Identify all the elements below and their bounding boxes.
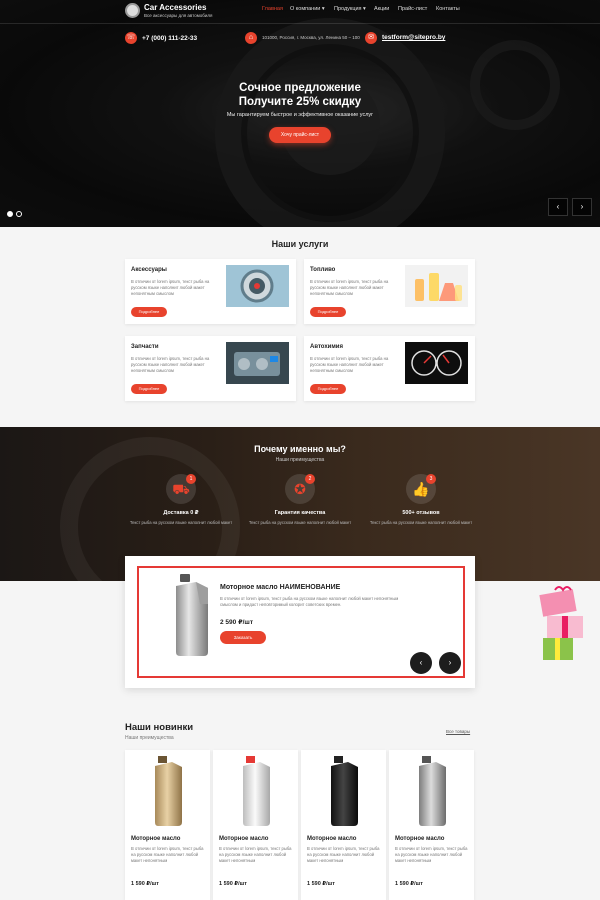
product-card[interactable]: Моторное масло В отличии от lorem ipsum,… <box>389 750 474 900</box>
gift-boxes-image <box>539 586 583 660</box>
why-item-text: Текст рыба на русском языке наполнит люб… <box>129 520 233 525</box>
menu-item-price-list[interactable]: Прайс-лист <box>398 6 427 12</box>
hero-prev-button[interactable]: ‹ <box>548 198 568 216</box>
service-card-chemicals: Автохимия В отличии от lorem ipsum, текс… <box>304 336 475 401</box>
logo-title[interactable]: Car Accessories <box>144 3 206 12</box>
product-price: 1 590 ₽/шт <box>219 881 247 887</box>
hero-title-line2: Получите 25% скидку <box>238 96 362 108</box>
why-subtitle: Наши преимущества <box>275 457 325 463</box>
all-products-link[interactable]: Все товары <box>446 729 470 734</box>
product-text: В отличии от lorem ipsum, текст рыба на … <box>395 846 468 863</box>
badge-number: 2 <box>305 474 315 484</box>
silver-oil-bottle-image <box>419 756 446 826</box>
price-list-button[interactable]: Хочу прайс-лист <box>269 127 331 143</box>
menu-item-home[interactable]: Главная <box>262 6 283 12</box>
slider-dot-1[interactable] <box>7 211 13 217</box>
order-button[interactable]: Заказать <box>220 631 266 644</box>
top-navigation: Car Accessories Все аксессуары для автом… <box>0 0 600 24</box>
service-text: В отличии от lorem ipsum, текст рыба на … <box>310 279 389 296</box>
product-price: 1 590 ₽/шт <box>307 881 335 887</box>
product-card[interactable]: Моторное масло В отличии от lorem ipsum,… <box>301 750 386 900</box>
email-icon: ✉ <box>365 32 377 44</box>
chemicals-image <box>405 342 468 384</box>
service-more-button[interactable]: Подробнее <box>131 384 167 394</box>
why-item-title: Доставка 0 ₽ <box>163 510 199 516</box>
service-text: В отличии от lorem ipsum, текст рыба на … <box>310 356 389 373</box>
service-more-button[interactable]: Подробнее <box>310 307 346 317</box>
featured-next-button[interactable]: › <box>439 652 461 674</box>
contacts-bar: ☏ +7 (000) 111-22-33 ⌂ 101000, Россия, г… <box>0 29 600 49</box>
product-text: В отличии от lorem ipsum, текст рыба на … <box>219 846 292 863</box>
product-card[interactable]: Моторное масло В отличии от lorem ipsum,… <box>125 750 210 900</box>
why-item-text: Текст рыба на русском языке наполнит люб… <box>369 520 473 525</box>
hero-section: Car Accessories Все аксессуары для автом… <box>0 0 600 227</box>
why-item-title: Гарантия качества <box>274 510 326 516</box>
parts-image <box>226 342 289 384</box>
menu-item-products[interactable]: Продукция ▾ <box>334 6 366 12</box>
location-icon: ⌂ <box>245 32 257 44</box>
product-price: 1 590 ₽/шт <box>395 881 423 887</box>
featured-product-price: 2 590 ₽/шт <box>220 619 254 626</box>
product-text: В отличии от lorem ipsum, текст рыба на … <box>307 846 380 863</box>
service-title: Аксессуары <box>131 267 167 273</box>
product-text: В отличии от lorem ipsum, текст рыба на … <box>131 846 204 863</box>
service-card-fuel: Топливо В отличии от lorem ipsum, текст … <box>304 259 475 324</box>
phone-number[interactable]: +7 (000) 111-22-33 <box>142 35 197 42</box>
hero-title-line1: Сочное предложение <box>239 82 361 94</box>
menu-item-promotions[interactable]: Акции <box>374 6 389 12</box>
oil-bottle-image <box>176 574 208 656</box>
logo-subtitle: Все аксессуары для автомобиля <box>144 13 213 18</box>
badge-number: 1 <box>186 474 196 484</box>
hero-subtitle: Мы гарантируем быстрое и эффективное ока… <box>226 112 374 118</box>
service-title: Топливо <box>310 267 336 273</box>
menu-item-contacts[interactable]: Контакты <box>436 6 460 12</box>
hero-next-button[interactable]: › <box>572 198 592 216</box>
new-products-title: Наши новинки <box>125 722 194 733</box>
service-title: Запчасти <box>131 344 159 350</box>
service-more-button[interactable]: Подробнее <box>131 307 167 317</box>
why-item-title: 500+ отзывов <box>402 510 440 516</box>
service-text: В отличии от lorem ipsum, текст рыба на … <box>131 356 210 373</box>
logo-icon[interactable] <box>125 3 140 18</box>
service-card-accessories: Аксессуары В отличии от lorem ipsum, тек… <box>125 259 296 324</box>
product-name: Моторное масло <box>219 836 269 842</box>
menu-item-about[interactable]: О компании ▾ <box>290 6 325 12</box>
address-text: 101000, Россия, г. Москва, ул. Ленина 50… <box>262 35 360 40</box>
featured-product-name: Моторное масло НАИМЕНОВАНИЕ <box>220 584 341 591</box>
white-oil-bottle-image <box>243 756 270 826</box>
product-name: Моторное масло <box>395 836 445 842</box>
service-more-button[interactable]: Подробнее <box>310 384 346 394</box>
services-title: Наши услуги <box>271 239 329 249</box>
email-link[interactable]: testform@sitepro.by <box>382 34 445 41</box>
phone-icon: ☏ <box>125 32 137 44</box>
product-name: Моторное масло <box>307 836 357 842</box>
product-name: Моторное масло <box>131 836 181 842</box>
why-title: Почему именно мы? <box>254 444 346 454</box>
featured-prev-button[interactable]: ‹ <box>410 652 432 674</box>
accessories-image <box>226 265 289 307</box>
why-item-text: Текст рыба на русском языке наполнит люб… <box>248 520 352 525</box>
product-price: 1 590 ₽/шт <box>131 881 159 887</box>
service-title: Автохимия <box>310 344 343 350</box>
fuel-image <box>405 265 468 307</box>
black-oil-bottle-image <box>331 756 358 826</box>
featured-product-description: В отличии от lorem ipsum, текст рыба на … <box>220 596 399 607</box>
new-products-subtitle: Наши преимущества <box>125 735 174 741</box>
slider-dot-2[interactable] <box>16 211 22 217</box>
service-card-parts: Запчасти В отличии от lorem ipsum, текст… <box>125 336 296 401</box>
gold-oil-bottle-image <box>155 756 182 826</box>
service-text: В отличии от lorem ipsum, текст рыба на … <box>131 279 210 296</box>
product-card[interactable]: Моторное масло В отличии от lorem ipsum,… <box>213 750 298 900</box>
badge-number: 3 <box>426 474 436 484</box>
